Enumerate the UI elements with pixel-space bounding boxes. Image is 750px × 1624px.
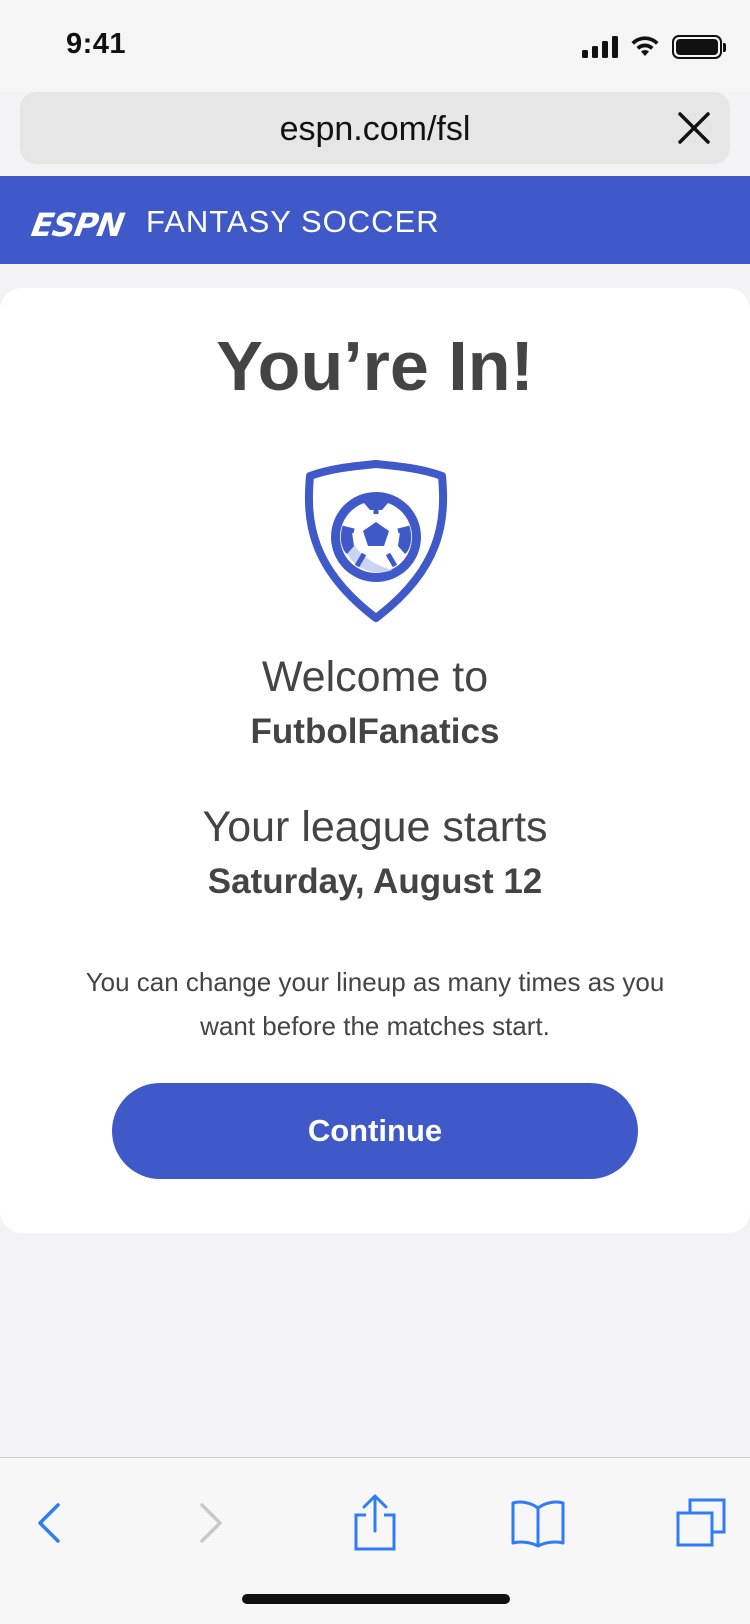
league-starts-label: Your league starts [202,803,548,851]
site-header: ESPN FANTASY SOCCER [0,176,750,264]
share-icon [354,1494,396,1551]
status-time: 9:41 [66,28,127,60]
tabs-icon [676,1498,726,1547]
welcome-text: Welcome to [261,653,489,701]
home-indicator [242,1594,510,1604]
cellular-signal-icon [582,36,618,58]
page-title: You’re In! [216,327,534,405]
lineup-description: You can change your lineup as many times… [85,967,665,1041]
wifi-icon [631,36,659,56]
tabs-button[interactable] [666,1488,736,1558]
espn-logo[interactable]: ESPN [29,206,127,244]
close-icon[interactable] [674,108,714,148]
share-button[interactable] [340,1488,410,1558]
soccer-shield-icon [304,460,448,622]
url-bar[interactable]: espn.com/fsl [20,92,730,164]
battery-icon [672,35,726,59]
status-icons [582,32,726,62]
status-bar: 9:41 [0,0,750,92]
url-text[interactable]: espn.com/fsl [20,110,730,149]
header-title: FANTASY SOCCER [146,204,440,239]
back-button[interactable] [14,1488,84,1558]
continue-button[interactable]: Continue [112,1083,638,1179]
confirmation-card: You’re In! Welcome to FutbolFanatics You… [0,288,750,1233]
bookmarks-button[interactable] [503,1488,573,1558]
league-start-date: Saturday, August 12 [207,862,543,901]
forward-button[interactable] [176,1488,246,1558]
league-name: FutbolFanatics [250,712,500,751]
back-icon [38,1503,60,1543]
forward-icon [200,1503,222,1543]
bookmarks-icon [511,1500,565,1548]
